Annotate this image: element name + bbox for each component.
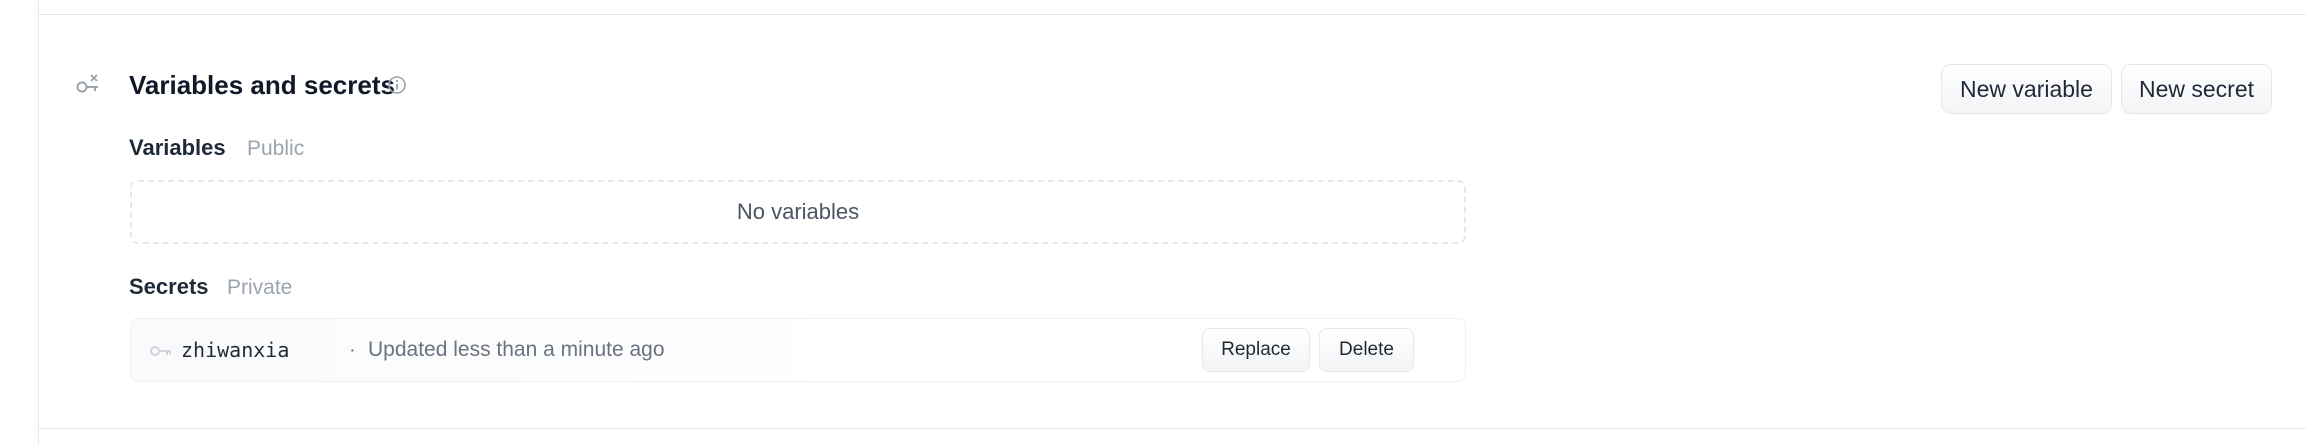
- secret-updated-time: Updated less than a minute ago: [368, 338, 665, 361]
- settings-panel: Variables and secrets New variable New s…: [38, 0, 2306, 445]
- variables-heading: Variables: [129, 135, 226, 160]
- page: Variables and secrets New variable New s…: [0, 0, 2306, 445]
- new-variable-button[interactable]: New variable: [1941, 64, 2112, 114]
- section-title: Variables and secrets: [129, 70, 395, 100]
- key-with-x-icon: [76, 74, 98, 93]
- divider-top: [39, 14, 2306, 15]
- secret-name: zhiwanxia: [181, 338, 290, 362]
- key-icon: [150, 346, 171, 356]
- replace-secret-button[interactable]: Replace: [1202, 328, 1310, 372]
- delete-secret-button[interactable]: Delete: [1319, 328, 1414, 372]
- separator-dot: ·: [349, 339, 356, 361]
- info-circle-icon[interactable]: [387, 75, 407, 95]
- variables-empty-state: No variables: [130, 180, 1466, 244]
- secrets-heading: Secrets: [129, 274, 209, 299]
- divider-bottom: [39, 428, 2306, 429]
- new-secret-button[interactable]: New secret: [2121, 64, 2272, 114]
- secrets-visibility-tag: Private: [227, 276, 293, 299]
- secret-row: zhiwanxia · Updated less than a minute a…: [130, 318, 1466, 382]
- variables-visibility-tag: Public: [247, 137, 305, 160]
